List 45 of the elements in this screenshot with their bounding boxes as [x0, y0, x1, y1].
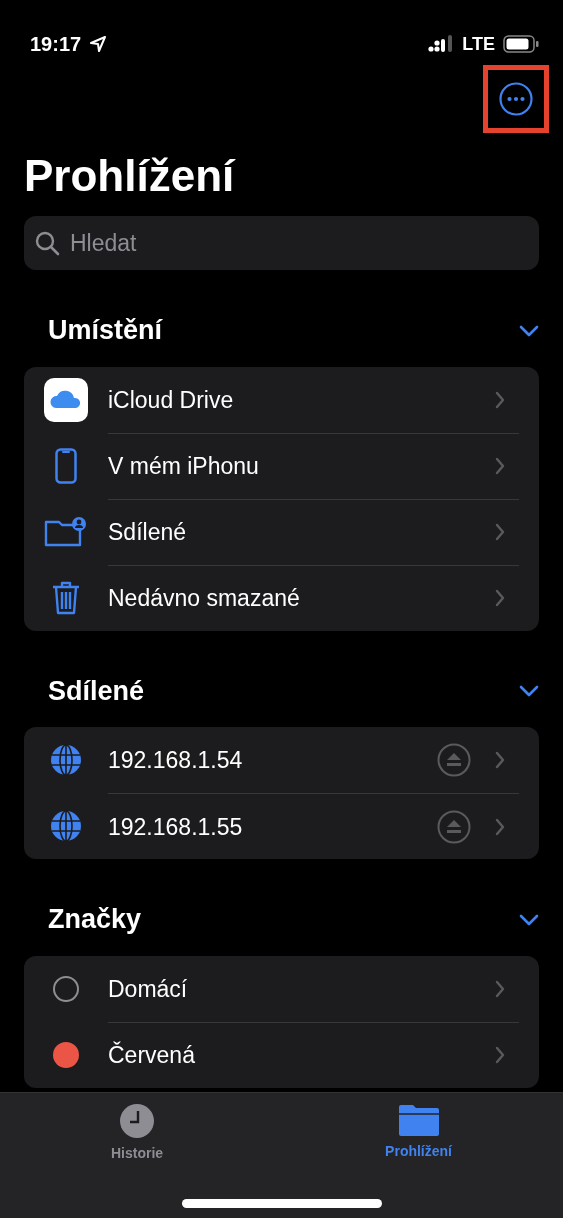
chevron-icon: [495, 457, 505, 476]
clock-icon: [119, 1103, 156, 1139]
phone-icon: [55, 447, 77, 484]
globe-icon: [49, 809, 83, 844]
folder-icon: [397, 1103, 440, 1137]
section-title: Umístění: [48, 314, 163, 348]
chevron-icon: [495, 390, 505, 409]
search-icon: [34, 230, 60, 257]
list-item-label[interactable]: iCloud Drive: [108, 382, 495, 418]
cloud-icon: [44, 377, 88, 422]
signal-icon: [428, 35, 455, 53]
eject-icon[interactable]: [437, 809, 471, 844]
collapse-chevron-icon[interactable]: [519, 913, 539, 926]
battery-icon: [503, 35, 539, 53]
list-item-label[interactable]: Sdílené: [108, 515, 495, 550]
globe-icon: [49, 743, 83, 778]
eject-icon[interactable]: [437, 743, 471, 778]
collapse-chevron-icon[interactable]: [519, 324, 539, 337]
chevron-icon: [495, 523, 505, 542]
clock-time: 19:17: [30, 32, 82, 57]
search-field[interactable]: Hledat: [24, 216, 539, 271]
section-title: Sdílené: [48, 674, 145, 708]
chevron-icon: [495, 817, 505, 836]
collapse-chevron-icon[interactable]: [519, 685, 539, 698]
list-item-label[interactable]: 192.168.1.55: [108, 809, 437, 845]
list-item-label[interactable]: 192.168.1.54: [108, 743, 437, 778]
tab-button[interactable]: Prohlížení: [274, 1093, 563, 1218]
more-button[interactable]: [499, 82, 533, 116]
location-arrow-icon: [89, 35, 108, 53]
shared-folder-icon: [44, 515, 88, 548]
page-title: Prohlížení: [24, 152, 237, 201]
chevron-icon: [495, 751, 505, 770]
section-title: Značky: [48, 903, 142, 937]
list-item-label[interactable]: Nedávno smazané: [108, 581, 495, 616]
chevron-icon: [495, 1046, 505, 1065]
network-label: LTE: [462, 32, 495, 56]
trash-icon: [51, 579, 81, 616]
list-item-label[interactable]: V mém iPhonu: [108, 449, 495, 484]
chevron-icon: [495, 589, 505, 608]
list-item-label[interactable]: Červená: [108, 1038, 495, 1073]
more-icon: [499, 82, 533, 116]
tab-button[interactable]: Historie: [0, 1093, 275, 1218]
list-item-label[interactable]: Domácí: [108, 971, 495, 1007]
tag-dot: [53, 975, 79, 1002]
chevron-icon: [495, 979, 505, 998]
